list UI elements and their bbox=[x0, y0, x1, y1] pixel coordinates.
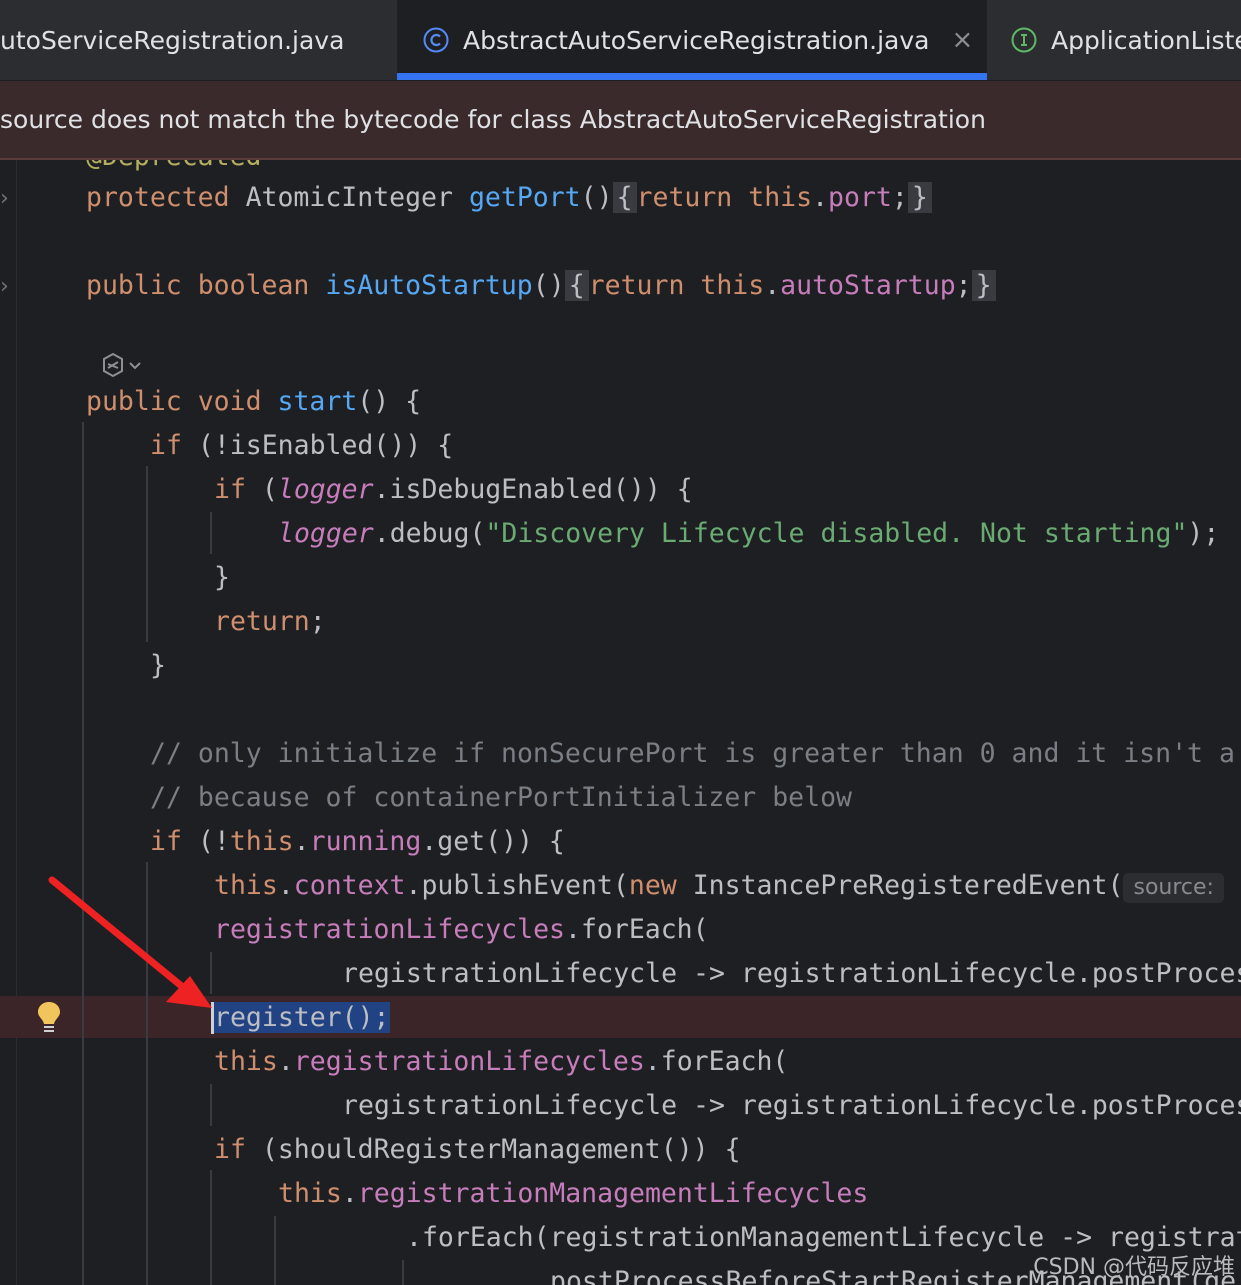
watermark: CSDN @代码反应堆 bbox=[1033, 1255, 1235, 1280]
semicolon: ; bbox=[891, 182, 908, 213]
code-line-publish-event: this.context.publishEvent(new InstancePr… bbox=[214, 869, 1224, 903]
folded-brace[interactable]: { bbox=[564, 270, 589, 301]
code-rest: () { bbox=[357, 386, 422, 417]
parens: () bbox=[580, 182, 613, 213]
bytecode-mismatch-banner: source does not match the bytecode for c… bbox=[0, 81, 1241, 160]
dot: . bbox=[812, 182, 829, 213]
keyword: this bbox=[278, 1178, 342, 1209]
call: .publishEvent( bbox=[405, 870, 629, 901]
close-icon[interactable]: × bbox=[951, 25, 973, 55]
code-line-if-debug: if (logger.isDebugEnabled()) { bbox=[214, 473, 693, 507]
editor-tab-bar: utoServiceRegistration.java AbstractAuto… bbox=[0, 0, 1241, 81]
field: context bbox=[293, 870, 406, 901]
method-name: isAutoStartup bbox=[325, 270, 533, 301]
tab-label: utoServiceRegistration.java bbox=[0, 25, 345, 55]
indent-guide bbox=[274, 1216, 276, 1285]
keyword: this bbox=[214, 1046, 278, 1077]
semicolon: ; bbox=[955, 270, 972, 301]
banner-message: source does not match the bytecode for c… bbox=[0, 105, 986, 134]
parens: () bbox=[532, 270, 565, 301]
folded-brace[interactable]: } bbox=[971, 270, 996, 301]
code-editor[interactable]: › › @Deprecated protected AtomicInteger … bbox=[0, 160, 1241, 1285]
code-line-foreach: this.registrationLifecycles.forEach( bbox=[214, 1045, 788, 1079]
indent-guide bbox=[402, 1260, 404, 1285]
static-field: logger bbox=[277, 474, 374, 505]
selected-text[interactable]: register(); bbox=[214, 1002, 390, 1033]
dot: . bbox=[764, 270, 781, 301]
class-icon bbox=[423, 27, 449, 53]
keyword: this bbox=[700, 270, 765, 301]
code-rest: (shouldRegisterManagement()) { bbox=[261, 1134, 741, 1165]
code-line-foreach: registrationLifecycles.forEach( bbox=[214, 913, 709, 947]
call: .debug( bbox=[373, 518, 486, 549]
dot: . bbox=[277, 870, 294, 901]
code-rest: InstancePreRegisteredEvent( bbox=[692, 870, 1124, 901]
string-literal: "Discovery Lifecycle disabled. Not start… bbox=[485, 518, 1188, 549]
method-name: start bbox=[277, 386, 358, 417]
indent-guide bbox=[210, 1170, 212, 1285]
field: autoStartup bbox=[780, 270, 956, 301]
indent-guide bbox=[210, 1084, 212, 1126]
tab-abstract-auto-service-registration[interactable]: AbstractAutoServiceRegistration.java × bbox=[397, 0, 987, 80]
code-rest: .forEach( bbox=[644, 1046, 789, 1077]
code-line-return: return; bbox=[214, 605, 326, 639]
fold-arrow-icon[interactable]: › bbox=[0, 274, 9, 299]
keyword: new bbox=[628, 870, 677, 901]
comment-line: // because of containerPortInitializer b… bbox=[150, 782, 852, 813]
type: AtomicInteger bbox=[245, 182, 453, 213]
fold-arrow-icon[interactable]: › bbox=[0, 186, 9, 211]
comment-line: // only initialize if nonSecurePort is g… bbox=[150, 738, 1235, 769]
code-line-if-management: if (shouldRegisterManagement()) { bbox=[214, 1133, 741, 1167]
code-line-debug: logger.debug("Discovery Lifecycle disabl… bbox=[278, 517, 1219, 551]
field: registrationLifecycles bbox=[214, 914, 565, 945]
keyword: if bbox=[214, 1134, 246, 1165]
code-line-lambda: registrationLifecycle -> registrationLif… bbox=[342, 1090, 1241, 1121]
folded-brace[interactable]: { bbox=[612, 182, 637, 213]
folded-brace[interactable]: } bbox=[907, 182, 932, 213]
code-rest: .forEach( bbox=[565, 914, 709, 945]
code-rest: .get()) { bbox=[421, 826, 565, 857]
code-rest: (!isEnabled()) { bbox=[197, 430, 454, 461]
tab-label: ApplicationListe bbox=[1051, 25, 1241, 55]
keyword: return bbox=[588, 270, 685, 301]
tab-auto-service-registration[interactable]: utoServiceRegistration.java bbox=[0, 0, 396, 80]
method-name: getPort bbox=[468, 182, 581, 213]
field: running bbox=[309, 826, 422, 857]
interface-icon bbox=[1011, 27, 1037, 53]
keyword: return bbox=[636, 182, 733, 213]
dot: . bbox=[341, 1178, 358, 1209]
static-field: logger bbox=[278, 518, 374, 549]
field: registrationLifecycles bbox=[293, 1046, 645, 1077]
gutter bbox=[0, 160, 17, 1285]
keyword: this bbox=[229, 826, 294, 857]
field: registrationManagementLifecycles bbox=[357, 1178, 869, 1209]
code-rest: .isDebugEnabled()) { bbox=[373, 474, 693, 505]
field: port bbox=[828, 182, 892, 213]
code-line-register: register(); bbox=[214, 1001, 390, 1035]
red-arrow-annotation bbox=[48, 876, 212, 1008]
tab-label: AbstractAutoServiceRegistration.java bbox=[463, 25, 930, 55]
end: ); bbox=[1187, 518, 1220, 549]
code-line-management-lifecycles: this.registrationManagementLifecycles bbox=[278, 1177, 868, 1211]
keyword: this bbox=[748, 182, 813, 213]
paren: ( bbox=[261, 474, 278, 505]
dot: . bbox=[293, 826, 310, 857]
code-line-lambda: registrationLifecycle -> registrationLif… bbox=[342, 958, 1241, 989]
parameter-hint: source: bbox=[1123, 873, 1224, 903]
dot: . bbox=[277, 1046, 294, 1077]
end: ; bbox=[309, 606, 326, 637]
tab-application-listener[interactable]: ApplicationListe bbox=[1011, 0, 1241, 80]
